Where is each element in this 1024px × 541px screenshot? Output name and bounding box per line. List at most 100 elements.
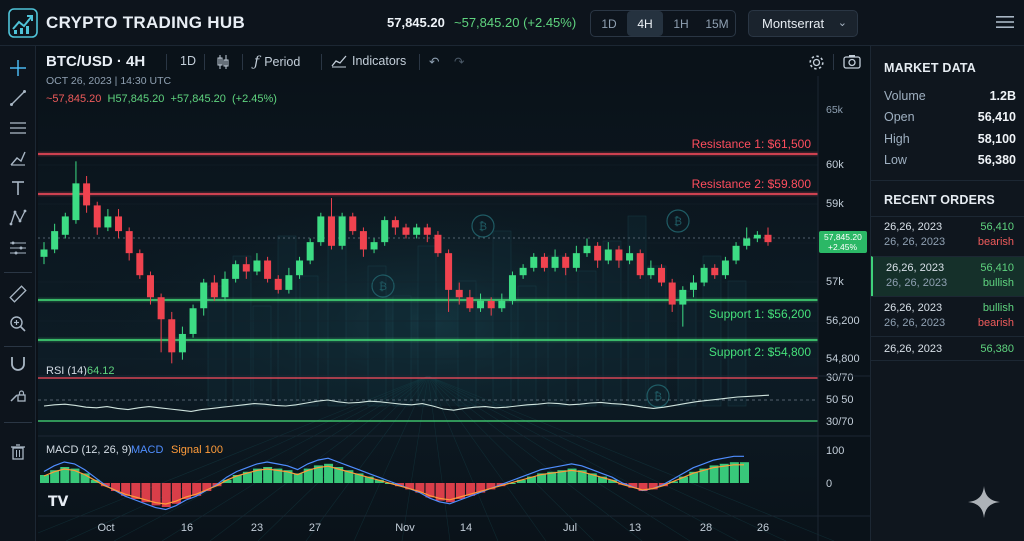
lock-drawing-icon[interactable] xyxy=(6,382,30,406)
candle-body xyxy=(658,267,666,283)
macd-label: MACD (12, 26, 9) xyxy=(46,444,132,456)
time-tick-label: 28 xyxy=(700,522,712,534)
candle-body xyxy=(508,275,516,301)
candle-body xyxy=(221,278,229,298)
ohlc-readout: ~57,845.20 H57,845.20 +57,845.20 (+2.45%… xyxy=(46,93,277,105)
time-tick-label: 23 xyxy=(251,522,263,534)
tv-logo-icon: TV xyxy=(48,494,69,510)
candle-body xyxy=(317,216,325,243)
candle-body xyxy=(157,297,165,320)
indicators-button[interactable]: Indicators xyxy=(331,54,406,68)
interval-button[interactable]: 1D xyxy=(180,54,196,68)
indicators-icon xyxy=(331,55,347,68)
candle-body xyxy=(711,267,719,276)
bitcoin-symbol: ₿ xyxy=(674,215,682,228)
logo-icon xyxy=(8,8,38,38)
candle-body xyxy=(689,282,697,290)
skyline-building xyxy=(547,255,567,407)
candle-body xyxy=(72,183,80,221)
macd-tick-label: 100 xyxy=(826,445,844,457)
candle-body xyxy=(519,267,527,276)
ruler-icon[interactable] xyxy=(6,282,30,306)
order-row[interactable]: 26,26, 2023 26, 26, 2023 56,410 bearish xyxy=(871,216,1024,256)
zoom-in-icon[interactable] xyxy=(6,312,30,336)
font-select-dropdown[interactable]: Montserrat ⌄ xyxy=(748,10,858,37)
rsi-value: 64.12 xyxy=(87,365,115,377)
candle-body xyxy=(647,267,655,276)
candle-body xyxy=(306,242,314,261)
candle-body xyxy=(530,256,538,268)
candle-body xyxy=(423,227,431,235)
candle-body xyxy=(583,245,591,254)
candle-body xyxy=(274,278,282,290)
rsi-tick-label: 30/70 xyxy=(826,372,854,384)
time-tick-label: 26 xyxy=(757,522,769,534)
candle-body xyxy=(466,297,474,309)
timeframe-15m-button[interactable]: 15M xyxy=(699,11,735,36)
order-row-selected[interactable]: 26,26, 2023 26, 26, 2023 56,410 bullish xyxy=(871,256,1024,296)
time-tick-label: Jul xyxy=(563,522,577,534)
candle-body xyxy=(178,333,186,353)
market-data-volume: Volume 1.2B xyxy=(884,89,1016,103)
candle-body xyxy=(604,249,612,261)
candle-body xyxy=(413,227,421,235)
market-data-title: MARKET DATA xyxy=(884,61,977,75)
toolbar-divider xyxy=(833,54,834,70)
chevron-down-icon: ⌄ xyxy=(837,17,847,29)
timeframe-1h-button[interactable]: 1H xyxy=(663,11,699,36)
undo-icon[interactable]: ↶ xyxy=(429,54,439,69)
current-price-tag-value: 57,845.20 xyxy=(824,232,862,242)
timeframe-selector: 1D 4H 1H 15M xyxy=(590,10,736,37)
candle-body xyxy=(402,227,410,235)
price-tick-label: 54,800 xyxy=(826,353,860,365)
timeframe-4h-button[interactable]: 4H xyxy=(627,11,663,36)
camera-snapshot-icon[interactable] xyxy=(843,54,861,69)
period-button[interactable]: ƒ Period xyxy=(254,54,300,70)
skyline-building xyxy=(492,230,512,407)
candle-body xyxy=(743,238,751,246)
timeframe-1d-button[interactable]: 1D xyxy=(591,11,627,36)
bitcoin-symbol: ₿ xyxy=(654,390,662,403)
price-chart[interactable]: ₿₿₿₿ Resistance 1: $61,500Resistance 2: … xyxy=(38,76,870,541)
candle-body xyxy=(487,300,495,309)
horizontal-lines-icon[interactable] xyxy=(6,116,30,140)
candle-type-icon[interactable] xyxy=(215,54,231,70)
price-axis: 65k60k59k58k57k56,20054,80057,845.20+2.4… xyxy=(819,104,867,365)
candle-body xyxy=(83,183,91,206)
pattern-icon[interactable] xyxy=(6,206,30,230)
skyline-building xyxy=(677,290,697,407)
trash-icon[interactable] xyxy=(6,440,30,464)
candle-body xyxy=(668,282,676,305)
app-title: CRYPTO TRADING HUB xyxy=(46,13,246,32)
order-row[interactable]: 26,26, 2023 56,380 xyxy=(871,336,1024,361)
rsi-label: RSI (14) xyxy=(46,365,87,377)
candle-body xyxy=(721,260,729,276)
brush-icon[interactable] xyxy=(6,146,30,170)
toolbar-divider xyxy=(242,54,243,70)
settings-gear-icon[interactable] xyxy=(808,54,825,71)
candle-body xyxy=(242,264,250,272)
text-tool-icon[interactable] xyxy=(6,176,30,200)
resistance-2-label: Resistance 2: $59.800 xyxy=(692,177,812,191)
chart-area[interactable]: ₿ ₿ ₿ ₿ Resistance 1: $61,500 Resistance 2: … xyxy=(38,46,870,541)
hamburger-menu-icon[interactable] xyxy=(996,14,1014,30)
toolbar-divider xyxy=(166,54,167,70)
redo-icon[interactable]: ↷ xyxy=(454,54,464,69)
candle-body xyxy=(232,264,240,279)
ohlc-change: +57,845.20 xyxy=(170,93,226,105)
trend-line-icon[interactable] xyxy=(6,86,30,110)
candle-body xyxy=(732,245,740,261)
symbol-label[interactable]: BTC/USD · 4H xyxy=(46,53,145,70)
order-row[interactable]: 26,26, 2023 26, 26, 2023 bullish bearish xyxy=(871,296,1024,336)
magnet-icon[interactable] xyxy=(6,352,30,376)
crosshair-icon[interactable] xyxy=(6,56,30,80)
market-data-low: Low 56,380 xyxy=(884,153,1016,167)
recent-orders-title: RECENT ORDERS xyxy=(884,193,995,207)
candle-body xyxy=(540,256,548,268)
fib-retracement-icon[interactable] xyxy=(6,236,30,260)
candle-body xyxy=(146,275,154,298)
candle-body xyxy=(200,282,208,309)
toolbar-divider xyxy=(204,54,205,70)
price-tick-label: 56,200 xyxy=(826,315,860,327)
price-tick-top: 65k xyxy=(826,104,844,116)
